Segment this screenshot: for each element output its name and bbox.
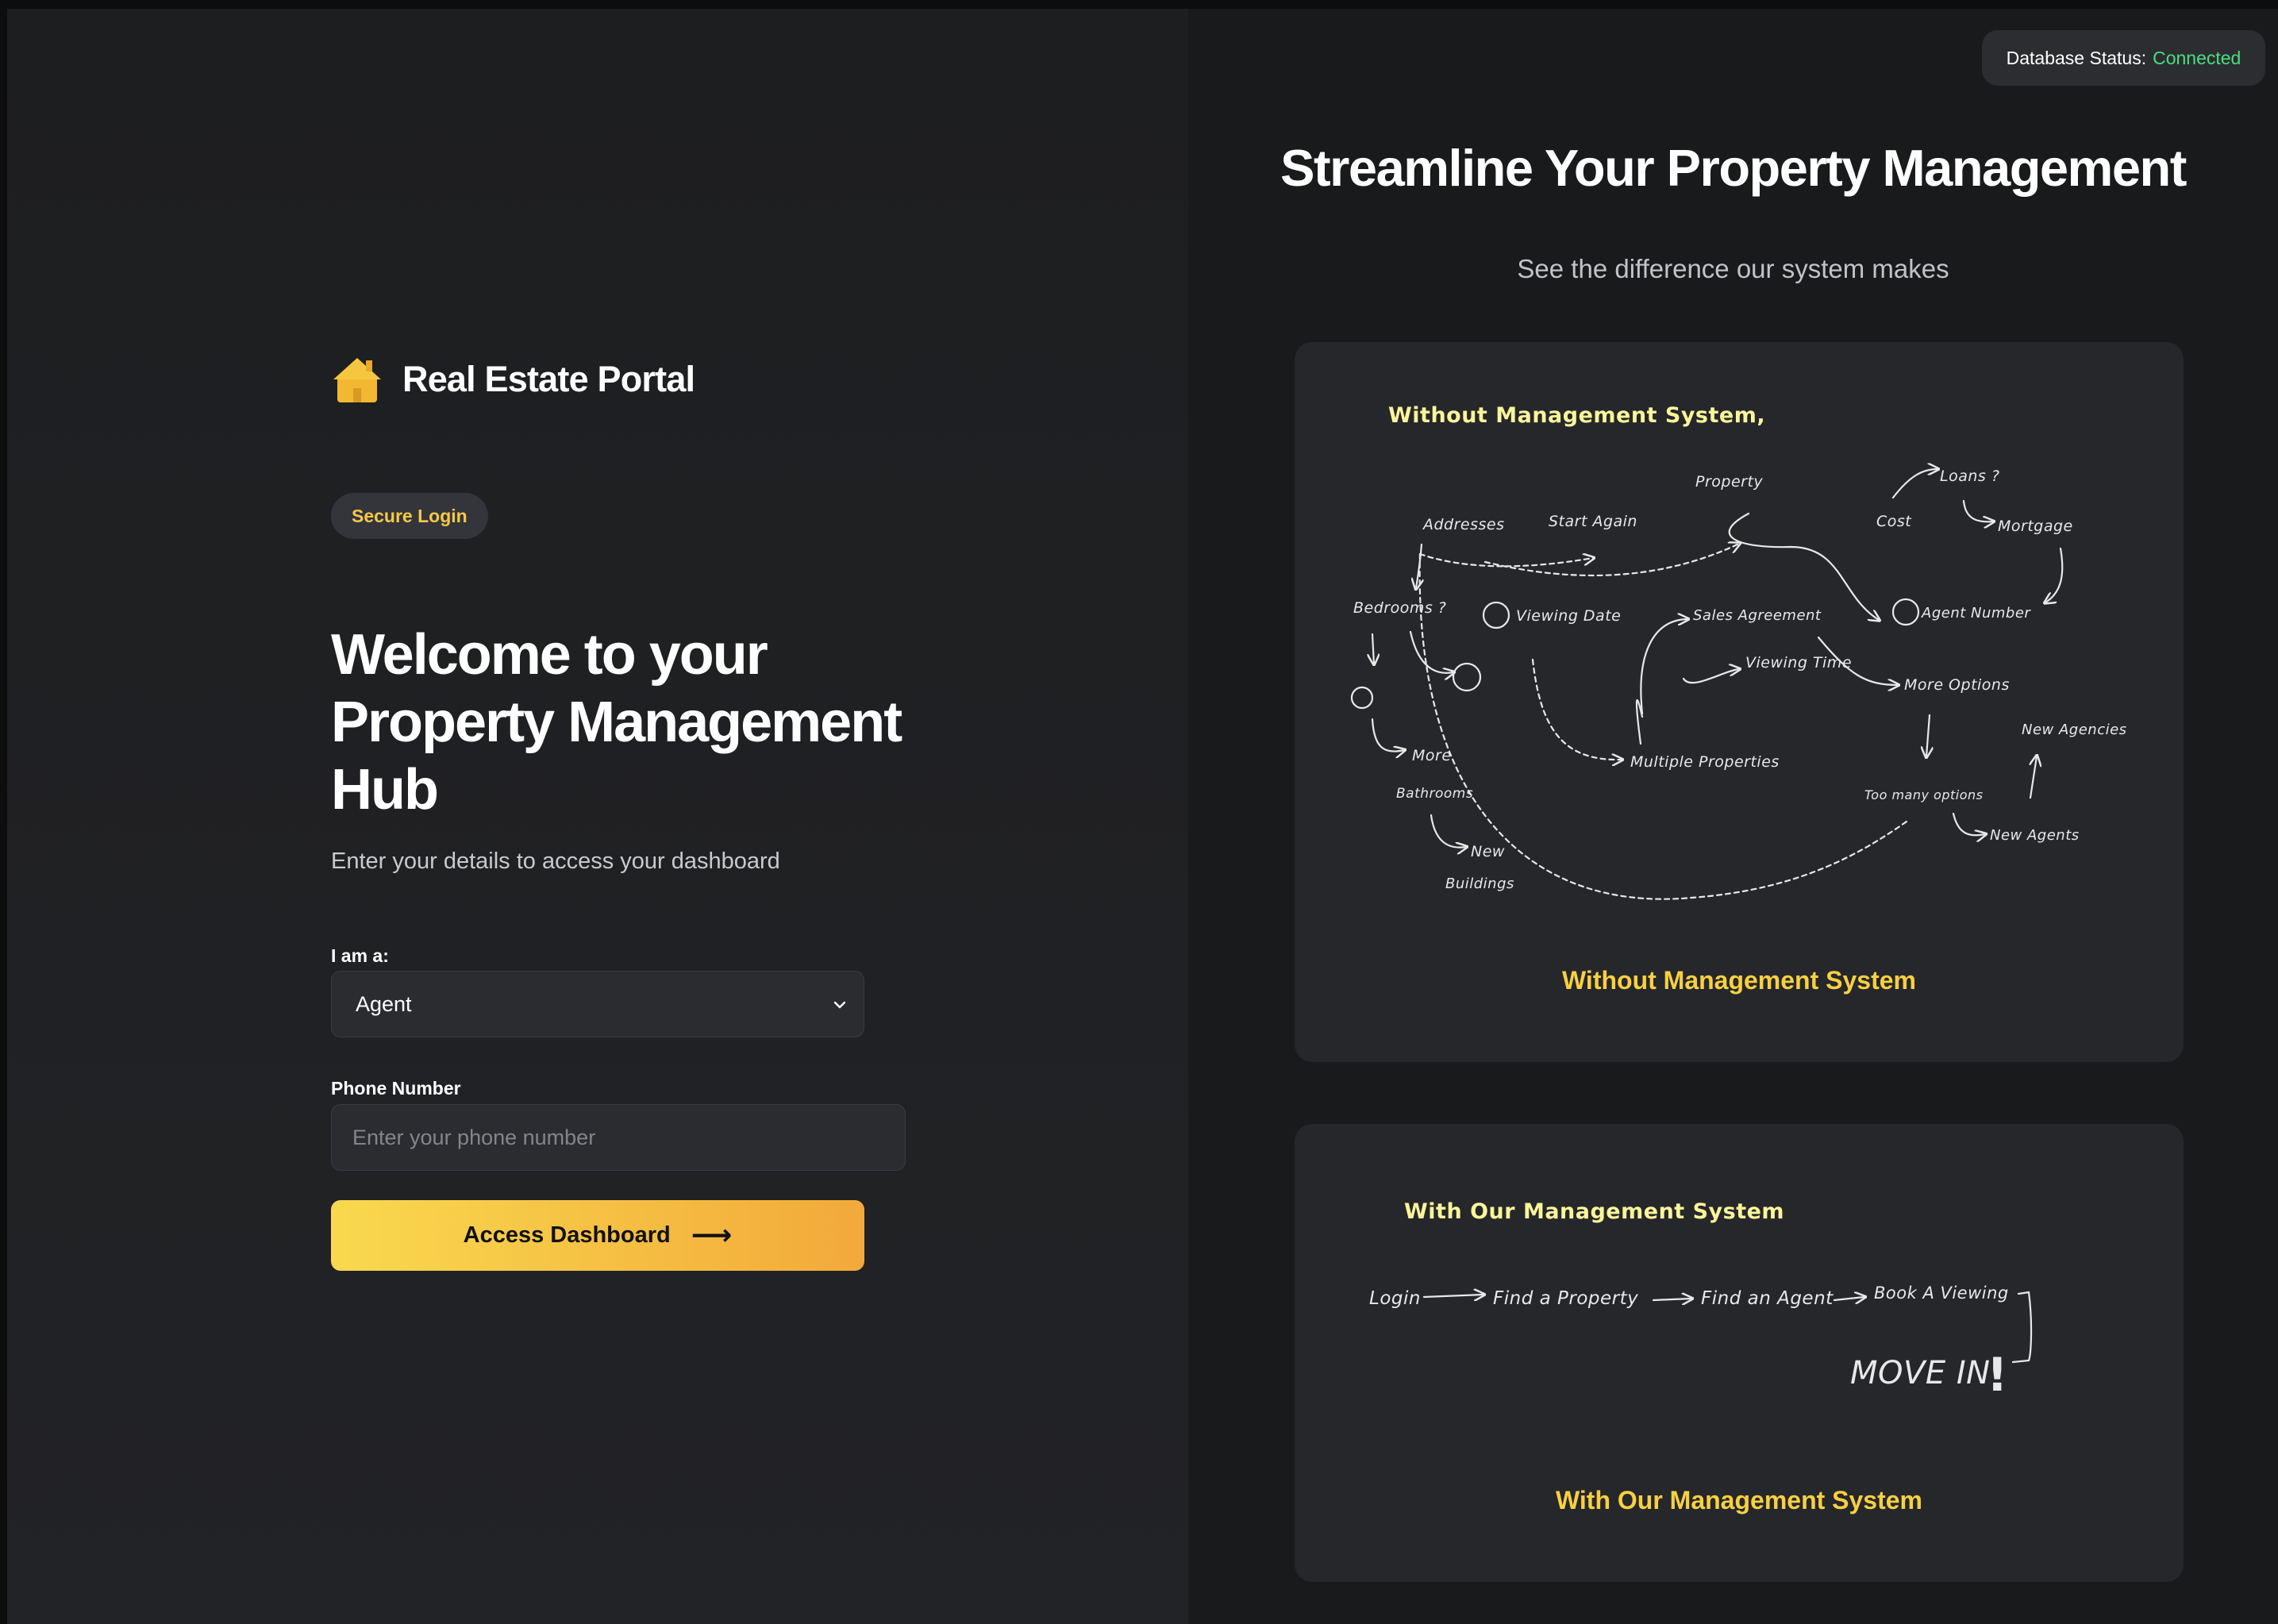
database-status-label: Database Status: xyxy=(2006,47,2147,68)
arrow-right-icon: ⟶ xyxy=(691,1218,733,1252)
sketch-node-mortgage: Mortgage xyxy=(1998,518,2073,535)
access-dashboard-button[interactable]: Access Dashboard ⟶ xyxy=(331,1200,864,1271)
exclamation-mark-icon: ! xyxy=(1987,1348,2008,1402)
showcase-headline: Streamline Your Property Management xyxy=(1280,139,2187,197)
database-status-value: Connected xyxy=(2153,47,2241,68)
without-system-sketch: Without Management System, Addresses Sta… xyxy=(1350,403,2127,900)
access-dashboard-label: Access Dashboard xyxy=(463,1222,671,1248)
sketch-node-sales-agreement: Sales Agreement xyxy=(1693,607,1822,624)
step-find-agent: Find an Agent xyxy=(1701,1288,1834,1309)
without-system-card: Without Management System, Addresses Sta… xyxy=(1295,342,2184,1062)
database-status-badge: Database Status: Connected xyxy=(1982,30,2265,86)
step-book-viewing: Book A Viewing xyxy=(1874,1283,2009,1303)
with-system-card: With Our Management System Login Find a … xyxy=(1295,1124,2184,1582)
welcome-heading: Welcome to your Property Management Hub xyxy=(331,623,902,822)
sketch-node-viewing-date: Viewing Date xyxy=(1516,607,1621,625)
sketch-node-new: New xyxy=(1471,843,1505,860)
sketch-node-addresses: Addresses xyxy=(1422,516,1505,533)
secure-login-badge: Secure Login xyxy=(331,493,488,539)
with-sketch-title: With Our Management System xyxy=(1404,1199,1784,1224)
sketch-node-new-agencies: New Agencies xyxy=(2022,722,2127,738)
sketch-node-cost: Cost xyxy=(1876,513,1912,530)
sketch-node-start-again: Start Again xyxy=(1549,513,1637,530)
sketch-node-too-many-options: Too many options xyxy=(1864,787,1983,802)
with-system-caption: With Our Management System xyxy=(1555,1486,1922,1514)
with-system-sketch: With Our Management System Login Find a … xyxy=(1369,1199,2033,1402)
sketch-node-more-options: More Options xyxy=(1904,676,2010,694)
showcase-tagline: See the difference our system makes xyxy=(1517,254,1949,283)
brand: Real Estate Portal xyxy=(331,353,695,406)
house-icon xyxy=(333,358,381,402)
role-select[interactable]: Agent xyxy=(331,971,864,1037)
step-login: Login xyxy=(1369,1288,1421,1309)
sketch-node-agent-number: Agent Number xyxy=(1921,605,2031,622)
sketch-node-multiple-properties: Multiple Properties xyxy=(1630,753,1780,771)
without-sketch-title: Without Management System, xyxy=(1388,403,1765,428)
sketch-node-loans: Loans ? xyxy=(1940,468,1999,485)
brand-name: Real Estate Portal xyxy=(402,359,695,399)
app-window: Real Estate Portal Secure Login Welcome … xyxy=(7,9,2278,1624)
sketch-node-viewing-time: Viewing Time xyxy=(1745,654,1852,672)
sketch-node-new-agents: New Agents xyxy=(1990,827,2080,844)
without-system-caption: Without Management System xyxy=(1562,966,1916,995)
step-find-property: Find a Property xyxy=(1493,1288,1638,1309)
role-select-value: Agent xyxy=(356,991,412,1016)
step-move-in: MOVE IN xyxy=(1850,1355,1991,1391)
sketch-node-more: More xyxy=(1412,747,1452,764)
phone-number-input[interactable] xyxy=(331,1104,906,1171)
login-panel: Real Estate Portal Secure Login Welcome … xyxy=(7,9,1188,1624)
role-label: I am a: xyxy=(331,945,389,966)
sketch-node-bedrooms: Bedrooms ? xyxy=(1353,599,1446,617)
chevron-down-icon xyxy=(833,1001,846,1009)
sketch-node-buildings: Buildings xyxy=(1445,875,1514,892)
phone-label: Phone Number xyxy=(331,1078,461,1099)
sketch-node-property: Property xyxy=(1695,473,1763,491)
sketch-node-bathrooms: Bathrooms xyxy=(1396,786,1473,802)
login-subtitle: Enter your details to access your dashbo… xyxy=(331,849,780,874)
